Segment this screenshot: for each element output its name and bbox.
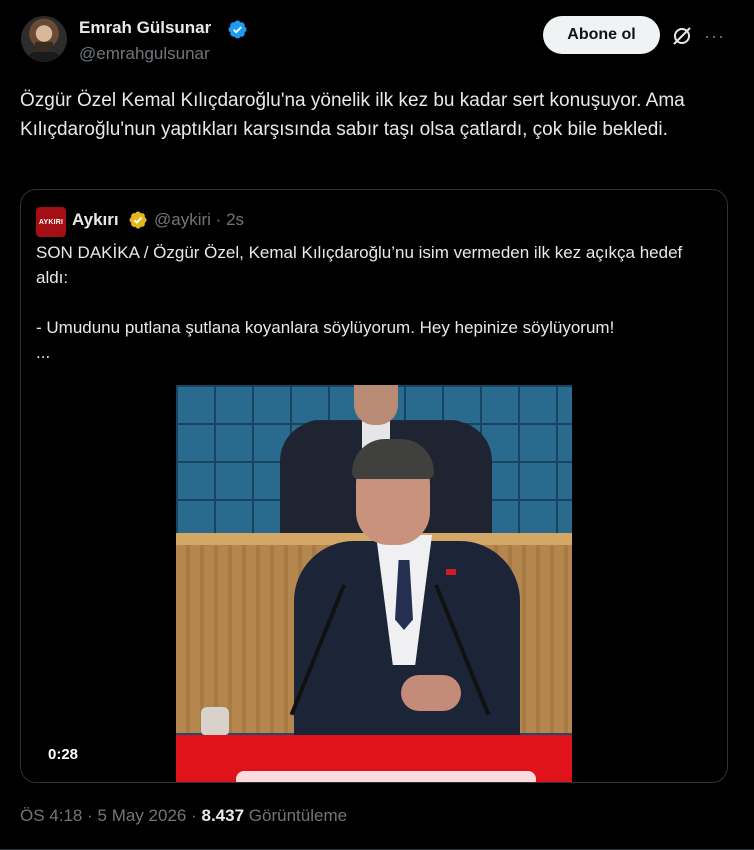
quoted-tweet-text: SON DAKİKA / Özgür Özel, Kemal Kılıçdaro… [36,243,683,362]
video-speaker-hand [401,675,461,711]
tweet-meta: ÖS 4:18 · 5 May 2026 · 8.437 Görüntüleme [20,806,347,826]
video-water-glass [201,707,229,735]
video-lapel-pin [446,569,456,575]
author-avatar[interactable] [21,16,67,62]
tweet-date[interactable]: 5 May 2026 [98,806,187,825]
meta-separator: · [87,806,93,825]
video-player[interactable] [176,385,572,782]
author-handle[interactable]: @emrahgulsunar [79,44,210,64]
quoted-author-meta: @aykiri · 2s [154,210,244,230]
verified-badge-icon [228,20,247,39]
video-banner-letters [236,771,536,782]
more-icon[interactable]: ··· [704,27,726,45]
video-background-head [354,385,398,425]
views-count: 8.437 [201,806,245,825]
video-duration: 0:28 [48,746,79,763]
views-label: Görüntüleme [248,806,348,825]
quoted-author-handle[interactable]: @aykiri [154,210,211,229]
quoted-tweet-card[interactable]: AYKIRI Aykırı @aykiri · 2s SON DAKİKA / … [20,189,728,783]
quoted-time[interactable]: 2s [226,210,244,229]
meta-separator: · [191,806,197,825]
quoted-author-name[interactable]: Aykırı [72,210,119,230]
meta-separator: · [215,210,222,229]
gold-verified-badge-icon [129,211,147,229]
follow-button[interactable]: Abone ol [543,16,660,54]
tweet-time[interactable]: ÖS 4:18 [20,806,82,825]
tweet-text: Özgür Özel Kemal Kılıçdaroğlu'na yönelik… [20,90,685,140]
grok-slash-icon[interactable] [671,25,693,47]
quoted-author-avatar[interactable]: AYKIRI [36,207,66,237]
avatar-shirt [25,52,63,62]
author-name[interactable]: Emrah Gülsunar [79,18,211,38]
